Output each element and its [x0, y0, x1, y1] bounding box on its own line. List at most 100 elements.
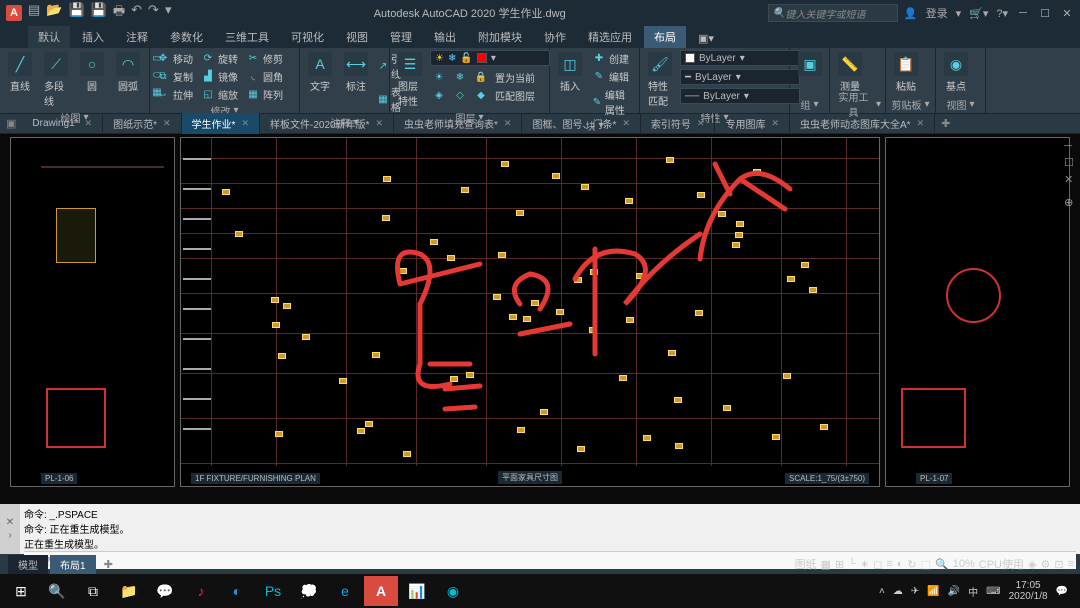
anno-icon[interactable]: ⬚ [921, 558, 931, 571]
explorer-icon[interactable]: 📁 [112, 576, 146, 606]
menu-icon[interactable]: ≡ [1068, 558, 1074, 570]
linetype-dropdown[interactable]: ── ByLayer▾ [680, 88, 800, 104]
fillet-button[interactable]: ◟圆角 [244, 68, 285, 85]
layer-icon-6[interactable]: ◆ [472, 87, 490, 104]
minimize-button[interactable]: ─ [1016, 6, 1030, 20]
new-icon[interactable]: ▤ [28, 2, 40, 24]
ortho-icon[interactable]: └ [848, 558, 856, 570]
tab-addons[interactable]: 附加模块 [468, 26, 532, 48]
layer-dropdown[interactable]: ☀❄🔓▾ [430, 50, 550, 66]
transp-icon[interactable]: ◐ [897, 558, 904, 570]
editblock-button[interactable]: ✎编辑 [590, 68, 635, 85]
clean-icon[interactable]: ⊡ [1054, 558, 1063, 571]
cycle-icon[interactable]: ↻ [907, 558, 916, 571]
viewport-left[interactable]: PL-1-06 [10, 137, 175, 487]
settings-icon[interactable]: ⚙ [1040, 558, 1050, 571]
tab-collab[interactable]: 协作 [534, 26, 576, 48]
doc-tab[interactable]: 专用图库✕ [715, 113, 790, 134]
matchprops-button[interactable]: 🖌特性匹配 [644, 50, 676, 110]
paste-button[interactable]: 📋粘贴 [890, 50, 922, 95]
tab-expand-icon[interactable]: ▣▾ [688, 29, 724, 48]
doc-tab[interactable]: 虫虫老师填充查询表*✕ [394, 113, 522, 134]
login-link[interactable]: 登录 [926, 5, 948, 21]
move-button[interactable]: ✥移动 [154, 50, 195, 67]
tab-output[interactable]: 输出 [424, 26, 466, 48]
layout1-tab[interactable]: 布局1 [50, 555, 96, 574]
open-icon[interactable]: 📂 [46, 2, 62, 24]
grid-icon[interactable]: ▦ [821, 558, 831, 571]
scale-button[interactable]: ◱缩放 [199, 86, 240, 103]
new-tab-icon[interactable]: ✚ [935, 117, 956, 130]
doc-tab[interactable]: 图框、图号、门条*✕ [522, 113, 640, 134]
lineweight-dropdown[interactable]: ━ ByLayer▾ [680, 69, 800, 85]
doc-tab[interactable]: 虫虫老师动态图库大全A*✕ [790, 113, 935, 134]
tab-manage[interactable]: 管理 [380, 26, 422, 48]
layer-icon-1[interactable]: ☀ [430, 69, 448, 86]
maximize-button[interactable]: ☐ [1038, 6, 1052, 20]
plot-icon[interactable]: 🖶 [113, 2, 125, 24]
tray-up-icon[interactable]: ˄ [879, 586, 885, 597]
base-button[interactable]: ◉基点 [940, 50, 972, 95]
tab-default[interactable]: 默认 [28, 26, 70, 48]
line-button[interactable]: ╱直线 [4, 50, 36, 95]
music-icon[interactable]: ♪ [184, 576, 218, 606]
group-button[interactable]: ▣ [794, 50, 826, 78]
layer-icon-2[interactable]: ❄ [451, 69, 469, 86]
clock-date[interactable]: 2020/1/8 [1009, 591, 1048, 602]
search-icon[interactable]: 🔍 [40, 576, 74, 606]
tab-layout[interactable]: 布局 [644, 26, 686, 48]
cloud-icon[interactable]: ☁ [893, 586, 903, 597]
stretch-button[interactable]: ⇔拉伸 [154, 86, 195, 103]
wechat-icon[interactable]: 💬 [148, 576, 182, 606]
chat-icon[interactable]: 💭 [292, 576, 326, 606]
viewport-right[interactable]: PL-1-07 [885, 137, 1070, 487]
cart-icon[interactable]: 🛒▾ [969, 7, 988, 20]
array-button[interactable]: ▦阵列 [244, 86, 285, 103]
tab-param[interactable]: 参数化 [160, 26, 213, 48]
model-tab[interactable]: 模型 [8, 555, 48, 574]
scale-icon[interactable]: 🔍 [935, 558, 949, 571]
drawing-canvas[interactable]: PL-1-06 平面家具尺寸图 SCALE:1_75/(3±750) 1F FI… [0, 134, 1080, 504]
polar-icon[interactable]: ✶ [860, 558, 869, 571]
redo-icon[interactable]: ↷ [148, 2, 159, 24]
nav-max-icon[interactable]: ☐ [1064, 156, 1074, 169]
clock-time[interactable]: 17:05 [1009, 580, 1048, 591]
tab-visual[interactable]: 可视化 [281, 26, 334, 48]
insert-button[interactable]: ◫插入 [554, 50, 586, 95]
autocad-icon[interactable]: A [364, 576, 398, 606]
notifications-icon[interactable]: 💬 [1056, 586, 1068, 597]
excel-icon[interactable]: 📊 [400, 576, 434, 606]
mirror-button[interactable]: ▟镜像 [199, 68, 240, 85]
save-icon[interactable]: 💾 [68, 2, 84, 24]
sound-icon[interactable]: 🔊 [948, 586, 960, 597]
layer-icon-4[interactable]: ◈ [430, 87, 448, 104]
doc-tab[interactable]: Drawing1*✕ [22, 115, 103, 132]
app-logo-icon[interactable]: A [6, 5, 22, 21]
plane-icon[interactable]: ✈ [911, 586, 919, 597]
paper-label[interactable]: 图纸 [795, 556, 817, 572]
edge-icon[interactable]: e [328, 576, 362, 606]
iso-icon[interactable]: ◈ [1028, 558, 1036, 571]
tab-3d[interactable]: 三维工具 [215, 26, 279, 48]
nav-min-icon[interactable]: ─ [1064, 140, 1074, 152]
trim-button[interactable]: ✂修剪 [244, 50, 285, 67]
osnap-icon[interactable]: ◻ [873, 558, 882, 571]
photoshop-icon[interactable]: Ps [256, 576, 290, 606]
rotate-button[interactable]: ⟳旋转 [199, 50, 240, 67]
start-tab-icon[interactable]: ▣ [0, 117, 22, 130]
doc-tab[interactable]: 索引符号✕ [641, 113, 716, 134]
add-layout-icon[interactable]: ✚ [98, 558, 119, 571]
undo-icon[interactable]: ↶ [131, 2, 142, 24]
search-input[interactable]: 🔍键入关键字或短语 [768, 4, 898, 22]
matchlayer-button[interactable]: 匹配图层 [493, 87, 537, 104]
doc-tab[interactable]: 图纸示范*✕ [103, 113, 181, 134]
create-button[interactable]: ✚创建 [590, 50, 635, 67]
nav-wheel-icon[interactable]: ⊕ [1064, 196, 1074, 209]
tab-featured[interactable]: 精选应用 [578, 26, 642, 48]
doc-tab[interactable]: 样板文件-2020新年版*✕ [260, 113, 394, 134]
browser-icon[interactable]: ◐ [220, 576, 254, 606]
polyline-button[interactable]: ⟋多段线 [40, 50, 72, 110]
layer-icon-3[interactable]: 🔒 [472, 69, 490, 86]
lwt-icon[interactable]: ≡ [886, 558, 892, 570]
setcurrent-button[interactable]: 置为当前 [493, 69, 537, 86]
